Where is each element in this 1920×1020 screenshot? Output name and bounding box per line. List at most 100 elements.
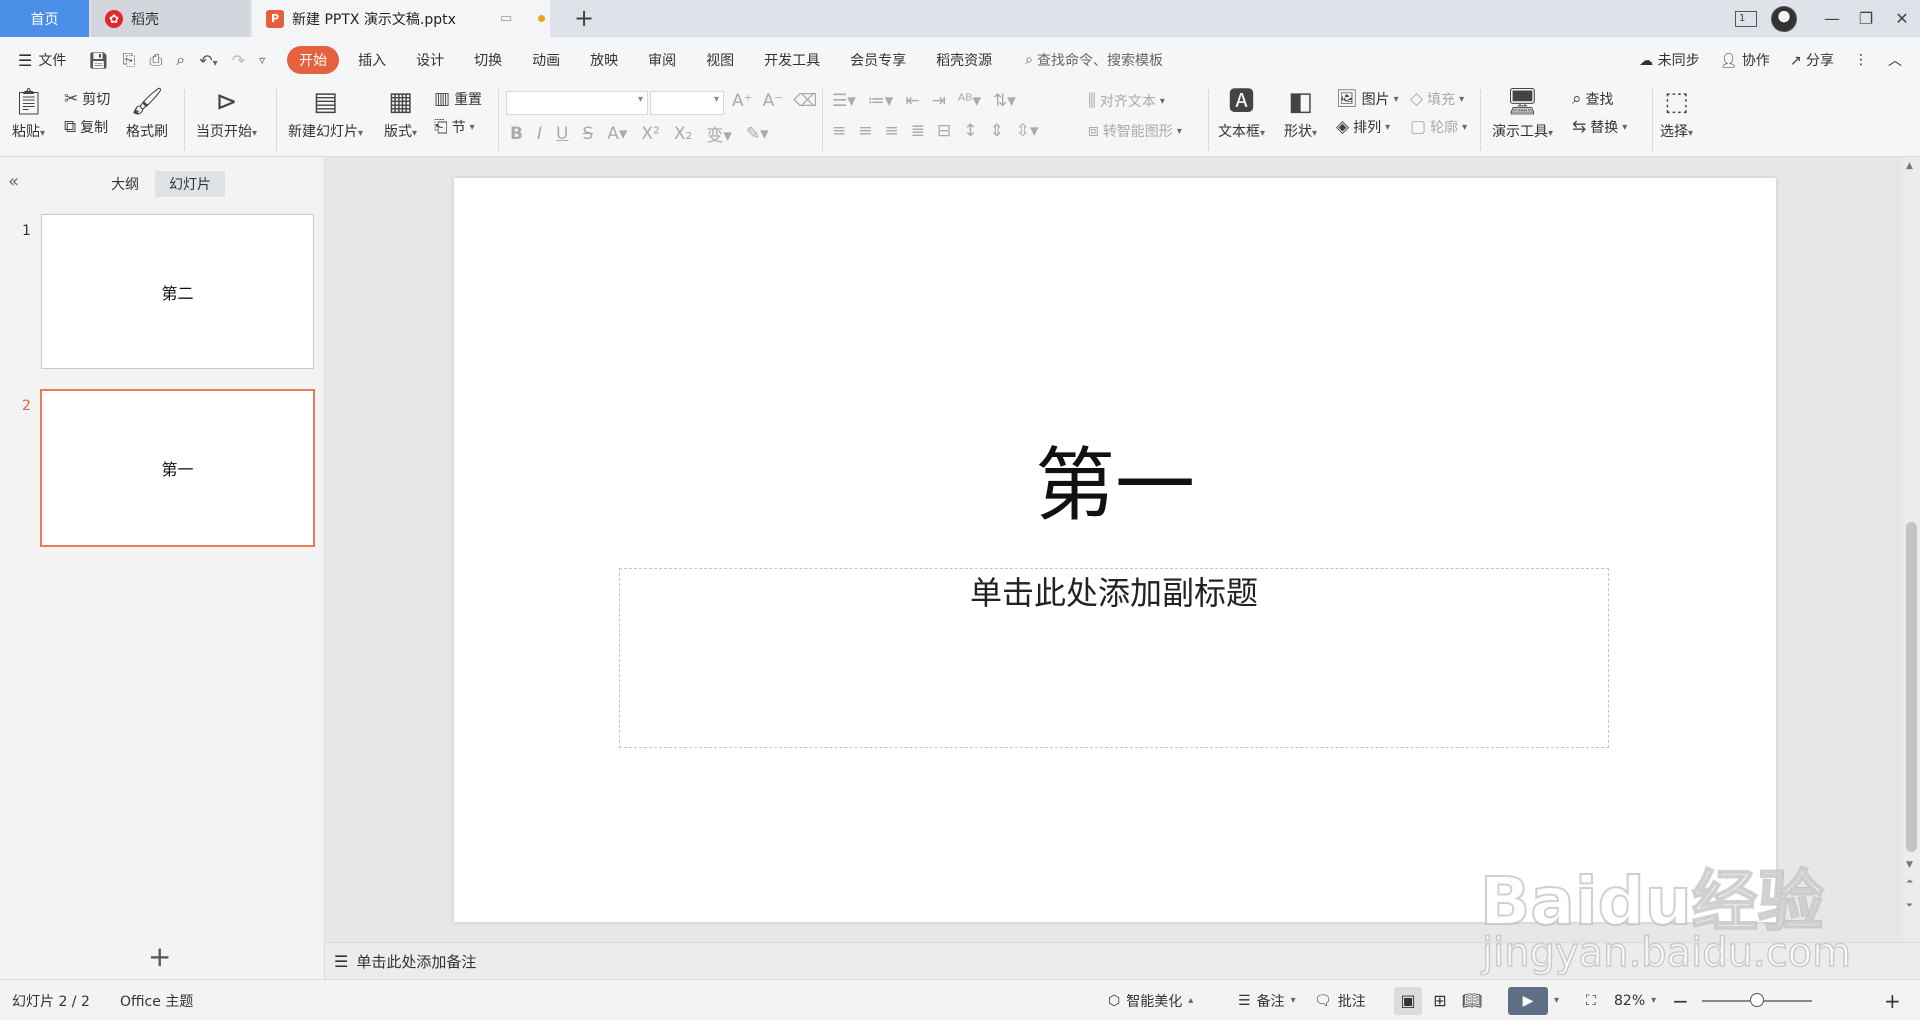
subtitle-placeholder-box[interactable]: 单击此处添加副标题 (619, 568, 1609, 748)
sync-button[interactable]: ☁ 未同步 (1639, 50, 1699, 70)
tab-docer[interactable]: ✿ 稻壳 (91, 0, 250, 37)
play-from-current-button[interactable]: ⊳ 当页开始▾ (196, 87, 257, 141)
paragraph-spacing-icon[interactable]: ⇕ (990, 121, 1004, 141)
font-size-select[interactable] (650, 91, 724, 115)
replace-button[interactable]: ⇆ 替换 ▾ (1572, 117, 1627, 137)
zoom-track[interactable] (1702, 992, 1812, 1007)
smart-beautify-button[interactable]: ⬡ 智能美化 ▴ (1108, 980, 1193, 1020)
select-button[interactable]: ⬚ 选择▾ (1660, 87, 1693, 141)
collab-button[interactable]: 👤︎ 协作 (1720, 50, 1770, 70)
distribute-icon[interactable]: ⊟ (937, 121, 951, 141)
save-icon[interactable]: 💾︎ (88, 51, 108, 70)
align-center-icon[interactable]: ≡ (858, 121, 872, 141)
redo-icon[interactable]: ↷ (232, 51, 245, 70)
subscript-icon[interactable]: X₂ (674, 124, 692, 144)
collapse-ribbon-icon[interactable]: ︿ (1888, 50, 1902, 70)
bold-icon[interactable]: B (510, 124, 523, 144)
window-layout-icon[interactable]: 1 (1728, 0, 1764, 37)
slide-title[interactable]: 第一 (454, 436, 1776, 536)
fill-button[interactable]: ◇ 填充 ▾ (1410, 89, 1464, 109)
scrollbar-thumb[interactable] (1906, 522, 1917, 852)
decrease-indent-icon[interactable]: ⇤ (905, 91, 919, 111)
textbox-button[interactable]: 🅰︎ 文本框▾ (1218, 87, 1265, 141)
picture-button[interactable]: 🖼︎ 图片 ▾ (1336, 89, 1399, 109)
line-spacing-icon[interactable]: ↕ (963, 121, 977, 141)
text-direction-icon[interactable]: ᴬᴮ▾ (958, 91, 981, 111)
justify-icon[interactable]: ≣ (911, 121, 925, 141)
grow-font-icon[interactable]: A⁺ (732, 91, 753, 111)
shape-button[interactable]: ◧ 形状▾ (1284, 87, 1317, 141)
new-tab-plus-icon[interactable]: + (574, 4, 594, 32)
tab-home[interactable]: 首页 (0, 0, 89, 37)
vertical-scrollbar[interactable]: ▲ ▼ ⏶ ⏷ (1903, 157, 1920, 942)
tab-transitions[interactable]: 切换 (459, 46, 517, 74)
close-icon[interactable]: ✕ (1884, 0, 1920, 37)
arrange-button[interactable]: ◈ 排列 ▾ (1336, 117, 1390, 137)
font-family-select[interactable] (506, 91, 648, 115)
numbered-list-icon[interactable]: ≔▾ (868, 91, 894, 111)
presenter-tools-button[interactable]: 🖥︎ 演示工具▾ (1492, 87, 1553, 141)
font-color-icon[interactable]: A▾ (607, 124, 627, 144)
scroll-up-icon[interactable]: ▲ (1906, 161, 1913, 171)
slideshow-play-button[interactable]: ▶ ▾ (1508, 980, 1559, 1020)
customize-toolbar-icon[interactable]: ▿ (259, 53, 265, 67)
export-pdf-icon[interactable]: ⎘ (123, 50, 136, 70)
scroll-down-icon[interactable]: ▼ (1906, 860, 1913, 870)
clear-format-icon[interactable]: ⌫ (793, 91, 817, 111)
sort-icon[interactable]: ⇅▾ (993, 91, 1016, 111)
shrink-font-icon[interactable]: A⁻ (763, 91, 784, 111)
highlight-icon[interactable]: ✎▾ (746, 124, 769, 144)
underline-icon[interactable]: U (556, 124, 568, 144)
format-painter-button[interactable]: 🖌︎ 格式刷 (126, 87, 168, 141)
align-left-icon[interactable]: ≡ (832, 121, 846, 141)
tab-slides[interactable]: 幻灯片 (155, 171, 225, 197)
tab-home-ribbon[interactable]: 开始 (287, 46, 340, 74)
phonetic-icon[interactable]: 变▾ (706, 121, 732, 146)
tab-outline[interactable]: 大纲 (98, 171, 152, 197)
print-preview-icon[interactable]: ⌕ (176, 50, 185, 70)
paste-button[interactable]: 📋︎ 粘贴▾ (12, 87, 45, 141)
zoom-knob[interactable] (1750, 992, 1765, 1007)
tab-developer[interactable]: 开发工具 (749, 46, 835, 74)
new-slide-button[interactable]: ▤ 新建幻灯片▾ (288, 87, 363, 141)
reading-view-icon[interactable]: 📖︎ (1458, 987, 1486, 1015)
align-text-button[interactable]: ⫼ 对齐文本 ▾ (1088, 91, 1165, 111)
more-menu-icon[interactable]: ⋮ (1854, 52, 1868, 68)
strikethrough-icon[interactable]: S (582, 124, 593, 144)
tab-animations[interactable]: 动画 (517, 46, 575, 74)
superscript-icon[interactable]: X² (641, 124, 659, 144)
smartart-button[interactable]: ⧈ 转智能图形 ▾ (1088, 121, 1182, 141)
theme-name[interactable]: Office 主题 (120, 980, 193, 1020)
slide-sorter-icon[interactable]: ⊞ (1426, 987, 1454, 1015)
italic-icon[interactable]: I (537, 124, 542, 144)
reset-button[interactable]: ▥ 重置 (434, 89, 482, 109)
previous-slide-icon[interactable]: ⏶ (1906, 877, 1913, 887)
tab-insert[interactable]: 插入 (343, 46, 401, 74)
align-right-icon[interactable]: ≡ (885, 121, 899, 141)
outline-button[interactable]: ▢ 轮廓 ▾ (1410, 117, 1467, 137)
spacing-options-icon[interactable]: ⇳▾ (1016, 121, 1039, 141)
zoom-out-icon[interactable]: − (1672, 980, 1689, 1020)
tab-slideshow[interactable]: 放映 (575, 46, 633, 74)
zoom-slider[interactable] (1702, 980, 1812, 1020)
next-slide-icon[interactable]: ⏷ (1906, 901, 1913, 911)
slide-thumbnail-2[interactable]: 第一 (40, 389, 315, 547)
normal-view-icon[interactable]: ▣ (1394, 986, 1422, 1015)
slide-thumbnail-1[interactable]: 第二 (41, 214, 314, 369)
play-options-icon[interactable]: ▾ (1554, 995, 1559, 1006)
notes-bar[interactable]: ☰ 单击此处添加备注 (326, 942, 1920, 979)
tab-member[interactable]: 会员专享 (835, 46, 921, 74)
tab-docer-resources[interactable]: 稻壳资源 (921, 46, 1007, 74)
section-button[interactable]: ⎗ 节 ▾ (434, 117, 475, 137)
undo-icon[interactable]: ↶▾ (199, 51, 217, 70)
minimize-icon[interactable]: — (1814, 0, 1850, 37)
zoom-level[interactable]: 82% ▾ (1614, 980, 1656, 1020)
restore-icon[interactable]: ❐ (1848, 0, 1884, 37)
increase-indent-icon[interactable]: ⇥ (932, 91, 946, 111)
tab-document[interactable]: P 新建 PPTX 演示文稿.pptx ▭ (252, 0, 550, 37)
tab-review[interactable]: 审阅 (633, 46, 691, 74)
print-icon[interactable]: ⎙ (149, 50, 162, 70)
cut-button[interactable]: ✂ 剪切 (64, 89, 110, 109)
add-slide-plus-icon[interactable]: + (148, 940, 171, 973)
bullet-list-icon[interactable]: ☰▾ (832, 91, 856, 111)
